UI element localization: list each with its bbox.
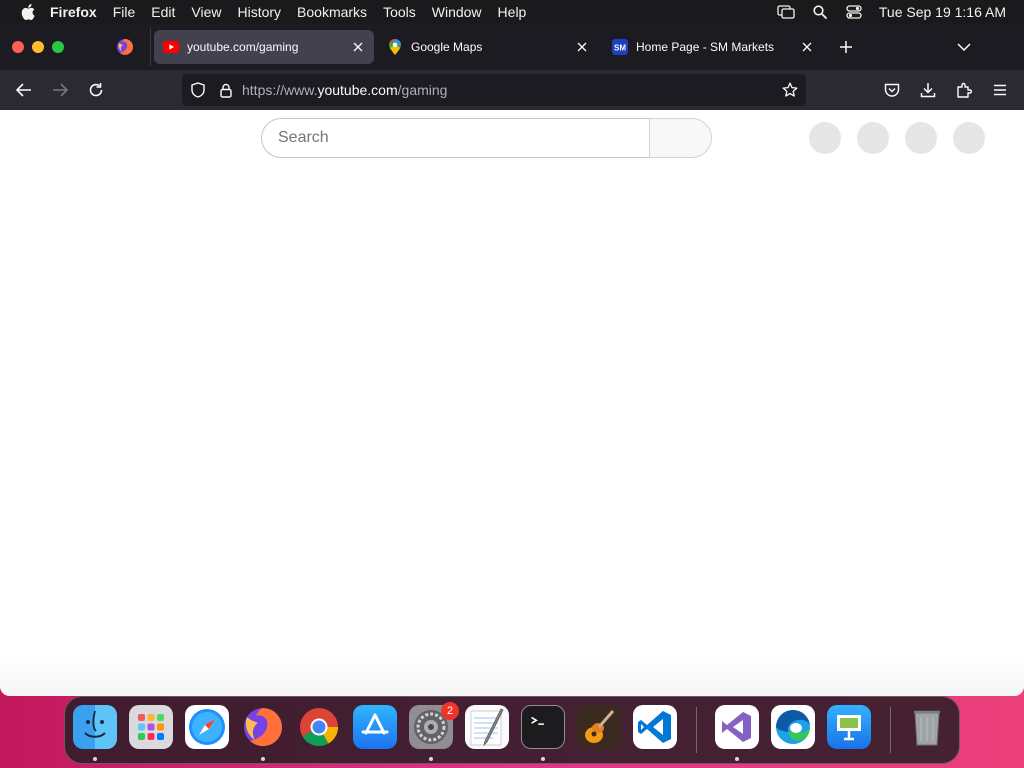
youtube-icon	[163, 39, 179, 55]
firefox-dock-icon[interactable]	[241, 705, 285, 749]
chrome-icon[interactable]	[297, 705, 341, 749]
running-indicator	[93, 757, 97, 761]
lock-icon[interactable]	[216, 80, 236, 100]
pocket-icon[interactable]	[880, 78, 904, 102]
tab-google-maps[interactable]: Google Maps	[378, 30, 598, 64]
terminal-icon[interactable]	[521, 705, 565, 749]
firefox-view-icon[interactable]	[114, 37, 136, 57]
sm-markets-icon: SM	[612, 39, 628, 55]
trash-icon[interactable]	[905, 705, 949, 749]
loading-placeholder-circle	[905, 122, 937, 154]
loading-placeholder-circle	[809, 122, 841, 154]
tab-title: youtube.com/gaming	[187, 40, 299, 54]
zoom-window-button[interactable]	[52, 41, 64, 53]
new-tab-icon[interactable]	[834, 36, 858, 58]
running-indicator	[541, 757, 545, 761]
menu-bar: Firefox File Edit View History Bookmarks…	[0, 0, 1024, 24]
app-store-icon[interactable]	[353, 705, 397, 749]
running-indicator	[735, 757, 739, 761]
tab-bar: youtube.com/gaming Google Maps SM Home P…	[0, 24, 1024, 70]
keynote-icon[interactable]	[827, 705, 871, 749]
navigation-toolbar: https://www.youtube.com/gaming	[0, 70, 1024, 110]
tab-title: Home Page - SM Markets	[636, 40, 775, 54]
url-text[interactable]: https://www.youtube.com/gaming	[242, 82, 447, 98]
textedit-icon[interactable]	[465, 705, 509, 749]
google-maps-icon	[387, 39, 403, 55]
firefox-window: youtube.com/gaming Google Maps SM Home P…	[0, 24, 1024, 696]
url-path: /gaming	[397, 82, 448, 98]
tab-title: Google Maps	[411, 40, 483, 54]
control-center-icon[interactable]	[837, 0, 871, 24]
safari-icon[interactable]	[185, 705, 229, 749]
bookmark-star-icon[interactable]	[780, 80, 800, 100]
svg-text:SM: SM	[614, 44, 626, 53]
app-menu-hamburger-icon[interactable]	[988, 78, 1012, 102]
downloads-icon[interactable]	[916, 78, 940, 102]
menu-file[interactable]: File	[105, 0, 144, 24]
tab-youtube-gaming[interactable]: youtube.com/gaming	[154, 30, 374, 64]
tab-separator	[150, 28, 151, 66]
list-all-tabs-icon[interactable]	[952, 36, 976, 58]
close-tab-icon[interactable]	[347, 36, 369, 58]
screen-mirroring-icon[interactable]	[769, 0, 803, 24]
running-indicator	[429, 757, 433, 761]
url-prefix: https://www.	[242, 82, 318, 98]
loading-placeholder-circle	[953, 122, 985, 154]
menu-bookmarks[interactable]: Bookmarks	[289, 0, 375, 24]
youtube-search-button[interactable]	[649, 118, 712, 158]
youtube-search-input[interactable]	[261, 118, 649, 158]
notification-badge: 2	[441, 702, 459, 720]
finder-icon[interactable]	[73, 705, 117, 749]
garageband-icon[interactable]	[577, 705, 621, 749]
vscode-icon[interactable]	[633, 705, 677, 749]
visual-studio-icon[interactable]	[715, 705, 759, 749]
launchpad-icon[interactable]	[129, 705, 173, 749]
running-indicator	[261, 757, 265, 761]
menu-edit[interactable]: Edit	[143, 0, 183, 24]
menu-help[interactable]: Help	[490, 0, 535, 24]
page-content	[0, 110, 1024, 696]
close-window-button[interactable]	[12, 41, 24, 53]
youtube-search-box	[261, 118, 712, 158]
url-bar[interactable]: https://www.youtube.com/gaming	[182, 74, 806, 106]
dock: 2	[64, 696, 960, 764]
close-tab-icon[interactable]	[571, 36, 593, 58]
loading-placeholder-circle	[857, 122, 889, 154]
menu-view[interactable]: View	[183, 0, 229, 24]
menu-tools[interactable]: Tools	[375, 0, 424, 24]
menu-window[interactable]: Window	[424, 0, 490, 24]
minimize-window-button[interactable]	[32, 41, 44, 53]
reload-icon[interactable]	[84, 78, 108, 102]
extensions-icon[interactable]	[952, 78, 976, 102]
forward-icon[interactable]	[48, 78, 72, 102]
menu-history[interactable]: History	[229, 0, 289, 24]
url-domain: youtube.com	[317, 82, 398, 98]
content-bottom-fade	[0, 656, 1024, 696]
dock-separator	[696, 707, 697, 753]
edge-icon[interactable]	[771, 705, 815, 749]
menu-bar-clock[interactable]: Tue Sep 19 1:16 AM	[871, 4, 1024, 20]
window-controls	[12, 41, 64, 53]
back-icon[interactable]	[12, 78, 36, 102]
dock-separator	[890, 707, 891, 753]
apple-menu-icon[interactable]	[18, 0, 38, 24]
close-tab-icon[interactable]	[796, 36, 818, 58]
menu-app-name[interactable]: Firefox	[38, 0, 105, 24]
spotlight-search-icon[interactable]	[803, 0, 837, 24]
tab-sm-markets[interactable]: SM Home Page - SM Markets	[603, 30, 823, 64]
tracking-protection-shield-icon[interactable]	[188, 80, 208, 100]
